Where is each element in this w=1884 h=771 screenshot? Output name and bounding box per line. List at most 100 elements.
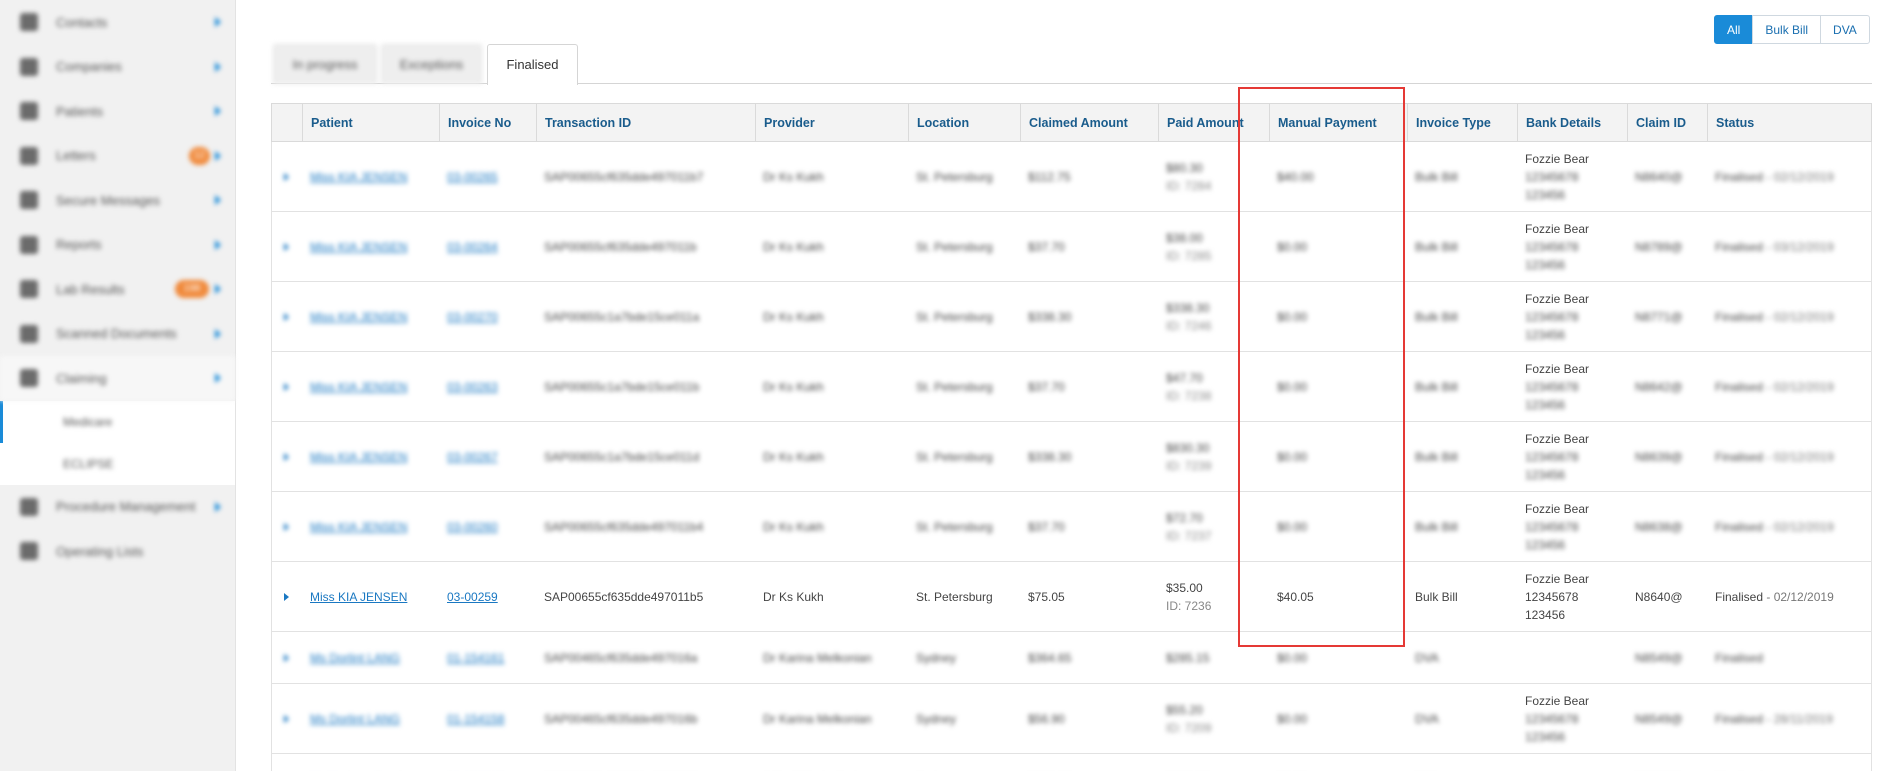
- sidebar-item-companies[interactable]: Companies: [0, 45, 235, 90]
- header-transaction-id[interactable]: Transaction ID: [536, 104, 755, 143]
- invoice-link[interactable]: 03-00263: [447, 380, 498, 394]
- table-row[interactable]: Ms Dorlint LANG 01-154161 SAP00465cf635dde…: [271, 632, 1872, 684]
- sidebar-item-label: Scanned Documents: [56, 326, 177, 342]
- header-invoice-type[interactable]: Invoice Type: [1407, 104, 1517, 143]
- invoice-link[interactable]: 03-00267: [447, 450, 498, 464]
- sidebar-subitem-eclipse[interactable]: ECLIPSE: [0, 442, 235, 485]
- sidebar-item-contacts[interactable]: Contacts: [0, 0, 235, 45]
- invoice-link[interactable]: 03-00264: [447, 240, 498, 254]
- invoice-link[interactable]: 01-154161: [447, 651, 504, 665]
- manual-cell: $0.00: [1277, 309, 1308, 324]
- table-row[interactable]: Miss KIA JENSEN 03-00264 SAP00655cf635dde4…: [271, 212, 1872, 282]
- expand-row-cell: [272, 282, 302, 351]
- status-label: Finalised: [1715, 519, 1764, 534]
- header-location[interactable]: Location: [908, 104, 1020, 143]
- sidebar-subitem-medicare[interactable]: Medicare: [0, 400, 235, 443]
- header-claimed-amount[interactable]: Claimed Amount: [1020, 104, 1158, 143]
- bank-detail-line: Fozzie Bear: [1525, 291, 1590, 306]
- payment-id: ID: 7238: [1166, 388, 1212, 403]
- sidebar-item-scanned-documents[interactable]: Scanned Documents: [0, 312, 235, 357]
- table-header: Patient Invoice No Transaction ID Provid…: [271, 103, 1872, 143]
- provider-cell: Dr Karina Melkonian: [763, 711, 872, 726]
- invoice-link[interactable]: 03-00270: [447, 310, 498, 324]
- invoice-link[interactable]: 01-154158: [447, 712, 504, 726]
- table-row[interactable]: Miss KIA JENSEN 03-00260 SAP00655cf635dde4…: [271, 492, 1872, 562]
- expand-row-cell: [272, 754, 302, 771]
- bank-detail-line: 123456: [1525, 327, 1566, 342]
- patient-link[interactable]: Miss KIA JENSEN: [310, 170, 407, 184]
- patient-link[interactable]: Miss KIA JENSEN: [310, 520, 407, 534]
- table-row[interactable]: Miss KIA JENSEN 03-00259 SAP00655cf635dde4…: [271, 562, 1872, 632]
- expand-arrow-icon[interactable]: [284, 522, 289, 531]
- expand-arrow-icon[interactable]: [284, 592, 289, 601]
- bank-detail-line: 123456: [1525, 187, 1566, 202]
- txn-cell: SAP00655cf635dde497011b: [544, 239, 697, 254]
- expand-arrow-icon[interactable]: [284, 452, 289, 461]
- patient-link[interactable]: Ms Dorlint LANG: [310, 712, 400, 726]
- table-row[interactable]: Miss KIA JENSEN 03-00267 SAP00655c1a7bde15…: [271, 422, 1872, 492]
- paid-amount-value: $55.20: [1166, 702, 1203, 717]
- patient-link[interactable]: Miss KIA JENSEN: [310, 380, 407, 394]
- header-invoice-no[interactable]: Invoice No: [439, 104, 536, 143]
- manual-cell: $0.00: [1277, 650, 1308, 665]
- patient-cell: Ms Dorlint LANG: [302, 632, 439, 683]
- patient-link[interactable]: Miss KIA JENSEN: [310, 310, 407, 324]
- sidebar-item-reports[interactable]: Reports: [0, 223, 235, 268]
- provider-cell: Dr Ks Kukh: [763, 519, 824, 534]
- expand-row-cell: [272, 684, 302, 753]
- sidebar-item-letters[interactable]: Letters 12: [0, 134, 235, 179]
- expand-arrow-icon[interactable]: [284, 172, 289, 181]
- patient-link[interactable]: Ms Dorlint LANG: [310, 651, 400, 665]
- paid-amount-value: $338.30: [1166, 300, 1210, 315]
- status-label: Finalised: [1715, 589, 1764, 604]
- header-provider[interactable]: Provider: [755, 104, 908, 143]
- provider-cell: Dr Ks Kukh: [763, 169, 824, 184]
- filter-bulk-bill-button[interactable]: Bulk Bill: [1752, 15, 1822, 44]
- bank-detail-line: 123456: [1525, 607, 1566, 622]
- patient-link[interactable]: Miss KIA JENSEN: [310, 240, 407, 254]
- patient-cell: Miss KIA JENSEN: [302, 212, 439, 281]
- sidebar-item-patients[interactable]: Patients: [0, 89, 235, 134]
- filter-all-button[interactable]: All: [1714, 15, 1754, 44]
- expand-row-cell: [272, 352, 302, 421]
- tab-in-progress[interactable]: In progress: [273, 44, 377, 84]
- expand-arrow-icon[interactable]: [284, 653, 289, 662]
- companies-icon: [20, 57, 38, 76]
- location-cell: St. Petersburg: [916, 309, 993, 324]
- table-row[interactable]: Ms Dorlint LANG 01-154158 SAP00465cf635dde…: [271, 684, 1872, 754]
- header-claim-id[interactable]: Claim ID: [1627, 104, 1707, 143]
- tab-finalised[interactable]: Finalised: [487, 44, 578, 85]
- header-paid-amount[interactable]: Paid Amount: [1158, 104, 1269, 143]
- sidebar-item-secure-messages[interactable]: Secure Messages: [0, 178, 235, 223]
- header-patient[interactable]: Patient: [302, 104, 439, 143]
- tab-exceptions[interactable]: Exceptions: [381, 44, 482, 84]
- table-row[interactable]: Miss KIA JENSEN 03-00270 SAP00655c1a7bde15…: [271, 282, 1872, 352]
- header-manual-payment[interactable]: Manual Payment: [1269, 104, 1407, 143]
- table-row[interactable]: Miss KIA JENSEN 03-00265 SAP00655cf635dde4…: [271, 142, 1872, 212]
- sidebar-item-claiming[interactable]: Claiming: [0, 356, 235, 401]
- status-tabs: In progress Exceptions Finalised: [271, 44, 1872, 85]
- expand-arrow-icon[interactable]: [284, 714, 289, 723]
- claim-id-cell: N8639@: [1635, 449, 1683, 464]
- header-bank-details[interactable]: Bank Details: [1517, 104, 1627, 143]
- expand-arrow-icon[interactable]: [284, 242, 289, 251]
- expand-arrow-icon[interactable]: [284, 312, 289, 321]
- invoice-link[interactable]: 03-00259: [447, 590, 498, 604]
- sidebar-item-lab-results[interactable]: Lab Results 198: [0, 267, 235, 312]
- status-cell: Finalised - 28/11/2019: [1707, 684, 1872, 753]
- invoice-link[interactable]: 03-00265: [447, 170, 498, 184]
- filter-dva-button[interactable]: DVA: [1820, 15, 1870, 44]
- operating-icon: [20, 542, 38, 561]
- table-row[interactable]: Mr Mariane Sarah01-154145SAP00465cf635dd…: [271, 754, 1872, 771]
- status-date: - 03/12/2019: [1763, 239, 1834, 254]
- header-status[interactable]: Status: [1707, 104, 1872, 143]
- txn-cell: SAP00655c1a7bde15ce011b: [544, 379, 700, 394]
- expand-arrow-icon[interactable]: [284, 382, 289, 391]
- patient-link[interactable]: Miss KIA JENSEN: [310, 590, 407, 604]
- patient-link[interactable]: Miss KIA JENSEN: [310, 450, 407, 464]
- sidebar-item-procedure-management[interactable]: Procedure Management: [0, 485, 235, 530]
- invoice-link[interactable]: 03-00260: [447, 520, 498, 534]
- manual-cell: $40.00: [1277, 169, 1314, 184]
- table-row[interactable]: Miss KIA JENSEN 03-00263 SAP00655c1a7bde15…: [271, 352, 1872, 422]
- sidebar-item-operating-lists[interactable]: Operating Lists: [0, 529, 235, 574]
